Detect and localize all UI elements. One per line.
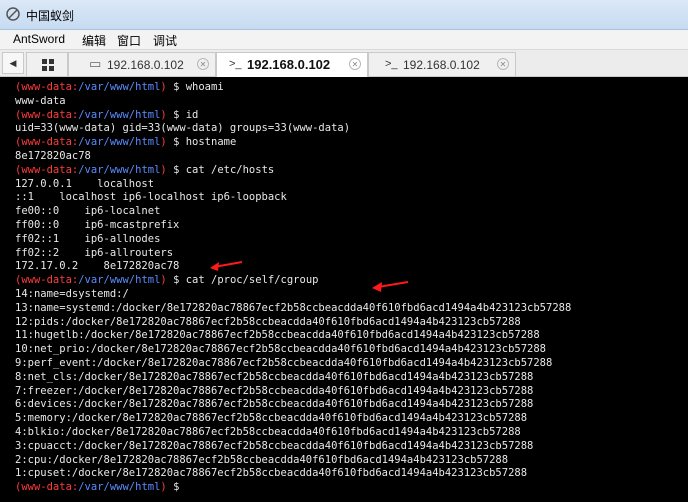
terminal-output-line: 11:hugetlb:/docker/8e172820ac78867ecf2b5…: [15, 329, 540, 342]
terminal-output-line: 9:perf_event:/docker/8e172820ac78867ecf2…: [15, 356, 553, 369]
terminal-output-line: www-data: [15, 94, 66, 107]
prompt-command: $ id: [166, 108, 199, 121]
terminal-prompt-line: (www-data:/var/www/html) $: [15, 481, 186, 494]
terminal-output-line: 10:net_prio:/docker/8e172820ac78867ecf2b…: [15, 343, 547, 356]
tab-label: 192.168.0.102: [247, 57, 331, 72]
terminal-output-line: 6:devices:/docker/8e172820ac78867ecf2b58…: [15, 398, 534, 411]
close-icon[interactable]: ✕: [349, 58, 361, 70]
terminal-output-line: 2:cpu:/docker/8e172820ac78867ecf2b58ccbe…: [15, 453, 509, 466]
terminal-prompt-line: (www-data:/var/www/html) $ whoami: [15, 81, 224, 93]
prompt-user: www-data: [21, 274, 72, 287]
tab-label: 192.168.0.102: [107, 58, 184, 72]
prompt-user: www-data: [21, 108, 72, 121]
prompt-command: $: [166, 481, 186, 494]
prompt-command: $ hostname: [166, 136, 237, 149]
terminal-output-line: 1:cpuset:/docker/8e172820ac78867ecf2b58c…: [15, 467, 528, 480]
prompt-path: /var/www/html: [78, 274, 161, 287]
terminal-output-line: 5:memory:/docker/8e172820ac78867ecf2b58c…: [15, 412, 528, 425]
terminal-output-line: ff02::2 ip6-allrouters: [15, 246, 174, 259]
tab-terminal-active[interactable]: >_ 192.168.0.102 ✕: [216, 52, 368, 77]
terminal-output-line: 13:name=systemd:/docker/8e172820ac78867e…: [15, 301, 572, 314]
menu-edit[interactable]: 编辑: [82, 32, 106, 49]
terminal-prompt-line: (www-data:/var/www/html) $ id: [15, 108, 199, 121]
tab-terminal[interactable]: >_ 192.168.0.102 ✕: [368, 52, 516, 76]
terminal-output-line: 14:name=dsystemd:/: [15, 287, 129, 300]
terminal-output-line: 4:blkio:/docker/8e172820ac78867ecf2b58cc…: [15, 425, 521, 438]
prompt-user: www-data: [21, 481, 72, 494]
prompt-path: /var/www/html: [78, 136, 161, 149]
menu-debug[interactable]: 调试: [153, 32, 177, 49]
tab-bar: ◀ ▭ 192.168.0.102 ✕ >_ 192.168.0.102 ✕ >…: [0, 50, 688, 77]
terminal-prompt-line: (www-data:/var/www/html) $ hostname: [15, 136, 237, 149]
prompt-path: /var/www/html: [78, 81, 161, 93]
terminal-prompt-line: (www-data:/var/www/html) $ cat /etc/host…: [15, 163, 275, 176]
menu-window[interactable]: 窗口: [117, 32, 141, 49]
prompt-command: $ cat /etc/hosts: [166, 163, 275, 176]
terminal-output-line: fe00::0 ip6-localnet: [15, 205, 161, 218]
prompt-path: /var/www/html: [78, 481, 161, 494]
red-arrow-annotation: [372, 281, 409, 292]
tab-file-manager[interactable]: ▭ 192.168.0.102 ✕: [68, 52, 216, 76]
terminal-output-line: 127.0.0.1 localhost: [15, 177, 155, 190]
prompt-user: www-data: [21, 136, 72, 149]
folder-icon: ▭: [89, 56, 102, 71]
terminal-output-line: ff02::1 ip6-allnodes: [15, 232, 161, 245]
prompt-path: /var/www/html: [78, 108, 161, 121]
terminal-panel[interactable]: (www-data:/var/www/html) $ whoami www-dat…: [0, 77, 688, 502]
terminal-output-line: ff00::0 ip6-mcastprefix: [15, 218, 180, 231]
terminal-prompt-line: (www-data:/var/www/html) $ cat /proc/sel…: [15, 274, 319, 287]
title-bar: 中国蚁剑: [0, 0, 688, 30]
terminal-icon: >_: [385, 58, 398, 70]
prompt-path: /var/www/html: [78, 163, 161, 176]
terminal-output-line: 7:freezer:/docker/8e172820ac78867ecf2b58…: [15, 384, 534, 397]
terminal-output-line: 3:cpuacct:/docker/8e172820ac78867ecf2b58…: [15, 439, 534, 452]
tab-scroll-left-button[interactable]: ◀: [2, 52, 24, 74]
prompt-user: www-data: [21, 81, 72, 93]
prompt-command: $ whoami: [166, 81, 224, 93]
red-arrow-annotation: [210, 261, 243, 271]
antsword-logo-icon: [6, 7, 20, 21]
tab-home[interactable]: [26, 52, 68, 76]
terminal-output-line: 8e172820ac78: [15, 149, 91, 162]
terminal-output-line: 8:net_cls:/docker/8e172820ac78867ecf2b58…: [15, 370, 534, 383]
prompt-user: www-data: [21, 163, 72, 176]
close-icon[interactable]: ✕: [197, 58, 209, 70]
terminal-output-line: 172.17.0.2 8e172820ac78: [15, 260, 180, 273]
menu-antsword[interactable]: AntSword: [13, 32, 65, 46]
close-icon[interactable]: ✕: [497, 58, 509, 70]
terminal-output: (www-data:/var/www/html) $ whoami www-dat…: [15, 81, 688, 495]
prompt-command: $ cat /proc/self/cgroup: [166, 274, 319, 287]
tab-label: 192.168.0.102: [403, 58, 480, 72]
grid-icon: [42, 59, 54, 71]
menu-bar: AntSword 编辑 窗口 调试: [0, 30, 688, 50]
window-title: 中国蚁剑: [26, 9, 75, 23]
terminal-output-line: 12:pids:/docker/8e172820ac78867ecf2b58cc…: [15, 315, 521, 328]
terminal-output-line: ::1 localhost ip6-localhost ip6-loopback: [15, 191, 287, 204]
terminal-output-line: uid=33(www-data) gid=33(www-data) groups…: [15, 122, 351, 135]
terminal-icon: >_: [229, 58, 242, 70]
